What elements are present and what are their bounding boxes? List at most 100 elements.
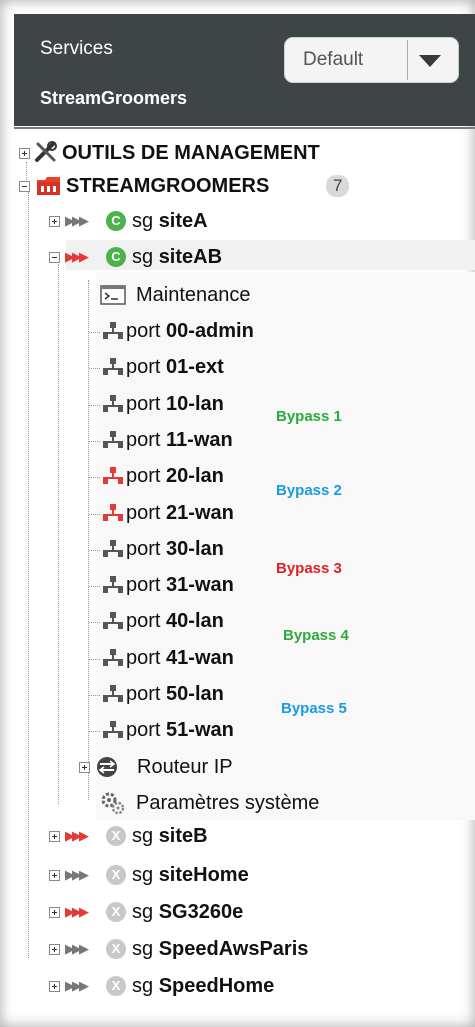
port-name: 01-ext — [166, 356, 224, 379]
status-arrows-icon: ▶▶▶ — [65, 249, 89, 264]
header-divider — [14, 127, 475, 129]
network-port-icon — [103, 576, 123, 594]
site-label: sg siteB — [132, 822, 208, 850]
tree-item-port-41-wan[interactable]: port 41-wan — [89, 644, 282, 676]
expand-icon[interactable] — [49, 907, 60, 918]
tree-item-port-00-admin[interactable]: port 00-admin — [89, 317, 282, 349]
network-port-icon — [103, 612, 123, 630]
port-label: port 41-wan — [126, 644, 234, 672]
port-label: port 00-admin — [126, 317, 254, 345]
expand-icon[interactable] — [49, 870, 60, 881]
tree-guide — [89, 695, 100, 696]
tree-item-port-20-lan[interactable]: port 20-lan — [89, 462, 282, 494]
count-badge: 7 — [326, 175, 350, 197]
expand-icon[interactable] — [49, 831, 60, 842]
tree-guide — [89, 622, 100, 624]
network-port-icon — [103, 394, 123, 412]
status-arrows-icon: ▶▶▶ — [65, 867, 89, 882]
system-settings-label: Paramètres système — [136, 792, 320, 814]
page-title: StreamGroomers — [40, 88, 188, 108]
tree-item-streamgroomers[interactable]: STREAMGROOMERS 7 — [14, 172, 454, 204]
tree-item-site-siteAB[interactable]: ▶▶▶ Csg siteAB — [44, 243, 444, 275]
site-prefix: sg — [132, 210, 154, 232]
network-port-icon — [103, 430, 123, 448]
port-label: port 30-lan — [126, 535, 224, 563]
tree-item-port-10-lan[interactable]: port 10-lan — [89, 390, 282, 422]
tree-guide — [58, 264, 59, 804]
port-name: 00-admin — [166, 320, 254, 342]
port-label: port 21-wan — [126, 499, 234, 527]
tree-item-port-51-wan[interactable]: port 51-wan — [89, 716, 282, 748]
port-prefix: port — [126, 465, 161, 488]
tree-item-port-50-lan[interactable]: port 50-lan — [89, 680, 282, 712]
tree-item-site-siteHome[interactable]: ▶▶▶ Xsg siteHome — [44, 861, 444, 893]
port-prefix: port — [126, 320, 161, 342]
status-arrows-icon: ▶▶▶ — [65, 941, 89, 956]
disconnected-status-icon: X — [106, 939, 126, 959]
expand-icon[interactable] — [49, 944, 60, 955]
tree-item-port-40-lan[interactable]: port 40-lan — [89, 607, 282, 639]
network-port-icon — [103, 322, 123, 339]
site-label: sg SG3260e — [132, 898, 243, 926]
port-prefix: port — [126, 392, 161, 415]
disconnected-status-icon: X — [106, 976, 126, 996]
port-prefix: port — [126, 356, 161, 379]
bypass-annotation-2: Bypass 2 — [276, 482, 342, 499]
collapse-icon[interactable] — [19, 181, 30, 192]
tree-item-maintenance[interactable]: Maintenance — [100, 281, 470, 313]
tree-guide — [89, 368, 100, 370]
tree-guide — [89, 332, 100, 333]
tree-item-port-11-wan[interactable]: port 11-wan — [89, 426, 282, 458]
router-icon — [97, 757, 117, 777]
port-name: 31-wan — [166, 574, 234, 597]
terminal-icon — [100, 285, 126, 305]
connected-status-icon: C — [106, 211, 126, 231]
port-name: 11-wan — [166, 428, 233, 451]
tree-guide — [89, 658, 100, 660]
port-prefix: port — [126, 537, 161, 560]
disconnected-status-icon: X — [106, 826, 126, 846]
site-name: SpeedAwsParis — [158, 938, 309, 960]
collapse-icon[interactable] — [49, 252, 60, 263]
services-header: Services Default StreamGroomers — [14, 14, 475, 126]
port-label: port 20-lan — [126, 462, 224, 490]
tree-item-site-SpeedHome[interactable]: ▶▶▶ Xsg SpeedHome — [44, 972, 444, 1004]
expand-icon[interactable] — [49, 216, 60, 227]
tree-item-port-21-wan[interactable]: port 21-wan — [89, 499, 282, 531]
tree-item-site-SpeedAwsParis[interactable]: ▶▶▶ Xsg SpeedAwsParis — [44, 935, 444, 967]
port-prefix: port — [126, 610, 161, 633]
tree-item-port-31-wan[interactable]: port 31-wan — [89, 571, 282, 603]
tree-guide — [89, 731, 100, 733]
site-label: sg SpeedHome — [132, 972, 274, 1000]
tree-item-tools[interactable]: OUTILS DE MANAGEMENT — [14, 139, 454, 171]
site-prefix: sg — [132, 901, 154, 923]
tree-item-site-siteB[interactable]: ▶▶▶ Xsg siteB — [44, 822, 444, 854]
bypass-annotation-1: Bypass 1 — [276, 408, 342, 425]
tree-item-router[interactable]: Routeur IP — [74, 753, 454, 785]
dropdown-value: Default — [303, 49, 364, 70]
expand-icon[interactable] — [79, 762, 90, 773]
site-label: sg SpeedAwsParis — [132, 935, 308, 963]
bypass-annotation-5: Bypass 5 — [281, 700, 347, 717]
tools-label: OUTILS DE MANAGEMENT — [62, 142, 320, 164]
tree-item-system-settings[interactable]: Paramètres système — [100, 789, 470, 821]
chevron-down-icon[interactable] — [419, 55, 441, 67]
disconnected-status-icon: X — [106, 902, 126, 922]
network-port-icon — [103, 721, 123, 739]
tree-guide — [89, 549, 100, 551]
tree-item-site-siteA[interactable]: ▶▶▶ Csg siteA — [44, 207, 444, 239]
services-dropdown[interactable]: Default — [284, 37, 459, 83]
port-prefix: port — [126, 428, 161, 451]
tree-guide — [89, 440, 100, 442]
tree-guide — [89, 477, 100, 479]
tree-item-site-SG3260e[interactable]: ▶▶▶ Xsg SG3260e — [44, 898, 444, 930]
port-prefix: port — [126, 574, 161, 597]
expand-icon[interactable] — [19, 148, 30, 159]
tree-item-port-30-lan[interactable]: port 30-lan — [89, 535, 282, 567]
site-prefix: sg — [132, 246, 154, 268]
tree-guide — [28, 192, 29, 958]
status-arrows-icon: ▶▶▶ — [65, 978, 89, 993]
expand-icon[interactable] — [49, 981, 60, 992]
tree-item-port-01-ext[interactable]: port 01-ext — [89, 353, 282, 385]
network-port-icon — [103, 648, 123, 666]
